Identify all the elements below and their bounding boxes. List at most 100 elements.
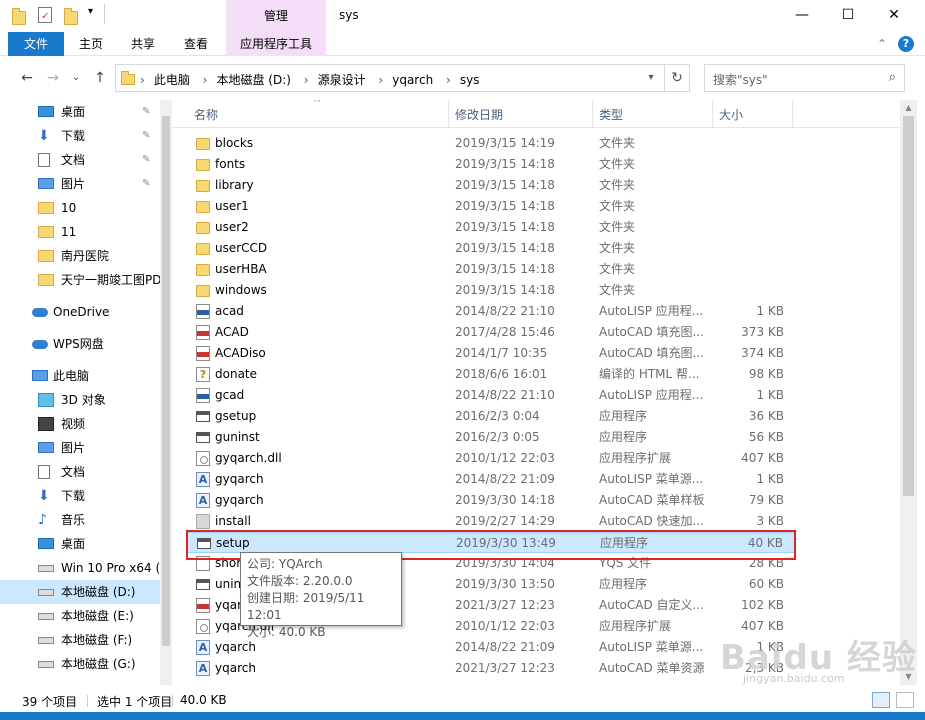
nav-scrollbar[interactable] (160, 100, 172, 685)
column-type[interactable]: 类型 (599, 106, 623, 123)
crumb-drive-d[interactable]: 本地磁盘 (D:) (216, 73, 290, 87)
file-row[interactable]: userCCD 2019/3/15 14:18 文件夹 (186, 238, 796, 259)
refresh-button[interactable]: ↻ (664, 64, 690, 92)
file-row[interactable]: install 2019/2/27 14:29 AutoCAD 快速加... 3 KB (186, 511, 796, 532)
lisp-file-icon (196, 388, 210, 403)
nav-scrollbar-thumb[interactable] (162, 116, 170, 646)
file-size: 373 KB (741, 325, 784, 339)
address-dropdown-icon[interactable]: ▾ (636, 65, 666, 91)
file-row[interactable]: gsetup 2016/2/3 0:04 应用程序 36 KB (186, 406, 796, 427)
sidebar-item[interactable]: 视频 (0, 412, 160, 436)
sidebar-item[interactable]: 桌面 (0, 532, 160, 556)
file-row[interactable]: acad 2014/8/22 21:10 AutoLISP 应用程... 1 KB (186, 301, 796, 322)
tab-application-tools[interactable]: 应用程序工具 (226, 32, 326, 56)
file-list-scrollbar[interactable]: ▲ ▼ (900, 100, 917, 685)
file-list-scrollbar-thumb[interactable] (903, 116, 914, 496)
tab-view[interactable]: 查看 (177, 32, 215, 56)
documents-icon (38, 465, 50, 479)
file-name: fonts (215, 157, 246, 171)
file-row[interactable]: Agyqarch 2014/8/22 21:09 AutoLISP 菜单源... 1 … (186, 469, 796, 490)
file-row[interactable]: user2 2019/3/15 14:18 文件夹 (186, 217, 796, 238)
sidebar-item[interactable]: 本地磁盘 (E:) (0, 604, 160, 628)
desktop-icon (38, 538, 54, 549)
tab-home[interactable]: 主页 (72, 32, 110, 56)
column-size[interactable]: 大小 (719, 106, 743, 123)
sidebar-item[interactable]: 本地磁盘 (G:) (0, 652, 160, 676)
file-row[interactable]: ACAD 2017/4/28 15:46 AutoCAD 填充图... 373 KB (186, 322, 796, 343)
folder-icon (196, 222, 210, 234)
file-row[interactable]: userHBA 2019/3/15 14:18 文件夹 (186, 259, 796, 280)
file-name: gyqarch (215, 493, 264, 507)
sidebar-item[interactable]: 文档 (0, 460, 160, 484)
file-type: AutoCAD 填充图... (599, 346, 704, 360)
file-row[interactable]: Ayqarch 2021/3/27 12:23 AutoCAD 菜单资源 2,3 KB (186, 658, 796, 679)
sidebar-item[interactable]: 图片 (0, 436, 160, 460)
sidebar-item[interactable]: 10 (0, 196, 160, 220)
sidebar-item[interactable]: 3D 对象 (0, 388, 160, 412)
column-date[interactable]: 修改日期 (455, 106, 503, 123)
file-row[interactable]: gcad 2014/8/22 21:10 AutoLISP 应用程... 1 KB (186, 385, 796, 406)
crumb-this-pc[interactable]: 此电脑 (154, 73, 190, 87)
file-row[interactable]: guninst 2016/2/3 0:05 应用程序 56 KB (186, 427, 796, 448)
file-row[interactable]: blocks 2019/3/15 14:19 文件夹 (186, 133, 796, 154)
file-size: 407 KB (741, 451, 784, 465)
download-icon: ⬇ (38, 488, 50, 504)
sidebar-item[interactable]: 本地磁盘 (D:) (0, 580, 160, 604)
tab-file[interactable]: 文件 (8, 32, 64, 56)
minimize-button[interactable]: — (779, 0, 825, 32)
sidebar-item[interactable]: ⬇ 下载 ✎ (0, 124, 160, 148)
file-row[interactable]: ACADiso 2014/1/7 10:35 AutoCAD 填充图... 374 K… (186, 343, 796, 364)
folder-icon (196, 138, 210, 150)
sidebar-item[interactable]: 天宁一期竣工图PD (0, 268, 160, 292)
back-button[interactable]: ← (17, 68, 37, 88)
large-icons-view-icon[interactable] (896, 692, 914, 708)
application-icon (196, 579, 210, 590)
properties-icon[interactable]: ✓ (38, 7, 52, 23)
chevron-down-icon[interactable]: ▾ (88, 6, 102, 20)
file-size: 36 KB (748, 409, 784, 423)
maximize-button[interactable]: ☐ (825, 0, 871, 32)
download-icon: ⬇ (38, 128, 50, 144)
collapse-ribbon-icon[interactable]: ⌃ (874, 32, 890, 56)
scroll-up-icon[interactable]: ▲ (900, 100, 917, 116)
help-icon[interactable]: ? (898, 36, 914, 52)
sidebar-item[interactable]: Win 10 Pro x64 (C (0, 556, 160, 580)
file-row[interactable]: windows 2019/3/15 14:18 文件夹 (186, 280, 796, 301)
sidebar-item[interactable]: ♪ 音乐 (0, 508, 160, 532)
search-input[interactable]: 搜索"sys" ⌕ (704, 64, 905, 92)
crumb-yqarch[interactable]: yqarch (392, 73, 433, 87)
file-date: 2021/3/27 12:23 (455, 598, 555, 612)
close-button[interactable]: ✕ (871, 0, 917, 32)
sidebar-item[interactable]: ⬇ 下载 (0, 484, 160, 508)
sidebar-item[interactable]: OneDrive (0, 300, 160, 324)
crumb-yuanquan[interactable]: 源泉设计 (318, 73, 366, 87)
window-title: sys (339, 8, 359, 22)
file-row[interactable]: user1 2019/3/15 14:18 文件夹 (186, 196, 796, 217)
sidebar-item[interactable]: 图片 ✎ (0, 172, 160, 196)
file-row[interactable]: library 2019/3/15 14:18 文件夹 (186, 175, 796, 196)
sidebar-item[interactable]: 南丹医院 (0, 244, 160, 268)
sidebar-item[interactable]: 桌面 ✎ (0, 100, 160, 124)
file-row[interactable]: Agyqarch 2019/3/30 14:18 AutoCAD 菜单样板 79 KB (186, 490, 796, 511)
file-name: unin (215, 577, 242, 591)
address-bar[interactable]: › 此电脑 › 本地磁盘 (D:) › 源泉设计 › yqarch › sys ▾ (115, 64, 665, 92)
column-name[interactable]: 名称 (194, 106, 218, 123)
file-row[interactable]: gyqarch.dll 2010/1/12 22:03 应用程序扩展 407 KB (186, 448, 796, 469)
drive-icon (38, 589, 54, 596)
up-button[interactable]: ↑ (90, 68, 110, 88)
sidebar-item[interactable]: 11 (0, 220, 160, 244)
new-folder-icon[interactable] (64, 8, 78, 25)
sidebar-item-label: 本地磁盘 (G:) (61, 657, 136, 671)
recent-locations-button[interactable]: ⌄ (66, 68, 86, 88)
details-view-icon[interactable] (872, 692, 890, 708)
file-row[interactable]: fonts 2019/3/15 14:18 文件夹 (186, 154, 796, 175)
forward-button[interactable]: → (43, 68, 63, 88)
tab-share[interactable]: 共享 (124, 32, 162, 56)
sidebar-item[interactable]: WPS网盘 (0, 332, 160, 356)
sidebar-item[interactable]: 文档 ✎ (0, 148, 160, 172)
crumb-sys[interactable]: sys (460, 73, 480, 87)
sidebar-item[interactable]: 此电脑 (0, 364, 160, 388)
file-row[interactable]: setup 2019/3/30 13:49 应用程序 40 KB (186, 532, 796, 553)
file-row[interactable]: ? donate 2018/6/6 16:01 编译的 HTML 帮... 98 KB (186, 364, 796, 385)
sidebar-item[interactable]: 本地磁盘 (F:) (0, 628, 160, 652)
